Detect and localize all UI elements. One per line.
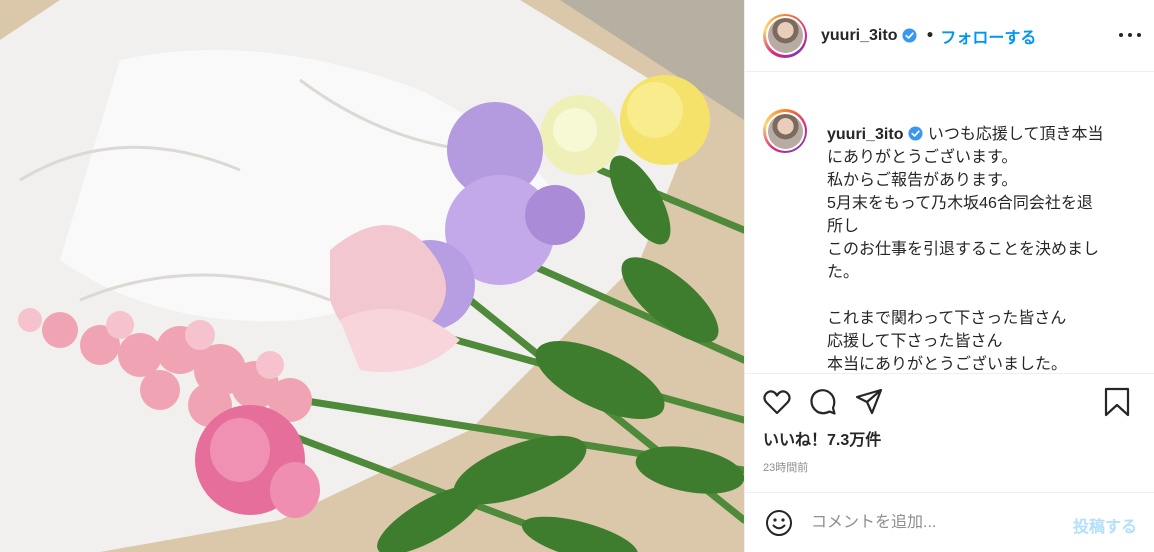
post-sidebar: yuuri_3ito • フォローする yuuri_3ito いつも応援して頂き… bbox=[744, 0, 1154, 552]
separator-dot: • bbox=[925, 27, 935, 44]
flower-bouquet-image bbox=[0, 0, 744, 552]
caption-text: yuuri_3ito いつも応援して頂き本当 にありがとうございます。 私からご… bbox=[827, 123, 1137, 373]
more-options-icon[interactable] bbox=[1119, 26, 1141, 44]
emoji-smile-icon[interactable] bbox=[763, 507, 795, 539]
caption-section: yuuri_3ito いつも応援して頂き本当 にありがとうございます。 私からご… bbox=[745, 73, 1154, 373]
follow-button[interactable]: フォローする bbox=[940, 24, 1036, 48]
verified-badge-icon bbox=[902, 28, 917, 43]
post-header: yuuri_3ito • フォローする bbox=[745, 0, 1154, 72]
post-comment-button[interactable]: 投稿する bbox=[1073, 513, 1137, 537]
comment-bubble-icon[interactable] bbox=[807, 386, 839, 418]
share-paper-plane-icon[interactable] bbox=[853, 386, 885, 418]
avatar-image bbox=[767, 18, 803, 53]
caption-body: いつも応援して頂き本当 にありがとうございます。 私からご報告があります。 5月… bbox=[827, 126, 1104, 373]
avatar-image bbox=[767, 113, 803, 149]
post-timestamp[interactable]: 23時間前 bbox=[763, 459, 808, 475]
post-photo[interactable] bbox=[0, 0, 744, 552]
username-link[interactable]: yuuri_3ito bbox=[821, 27, 897, 45]
comment-bar: 投稿する bbox=[745, 492, 1154, 552]
like-heart-icon[interactable] bbox=[761, 386, 793, 418]
bookmark-icon[interactable] bbox=[1101, 386, 1133, 418]
caption-avatar[interactable] bbox=[763, 109, 807, 153]
verified-badge-icon bbox=[908, 126, 923, 141]
avatar[interactable] bbox=[763, 13, 807, 58]
caption-username[interactable]: yuuri_3ito bbox=[827, 126, 903, 143]
like-count[interactable]: いいね！7.3万件 bbox=[763, 426, 881, 450]
comment-input[interactable] bbox=[811, 513, 1051, 532]
action-bar bbox=[745, 373, 1154, 429]
